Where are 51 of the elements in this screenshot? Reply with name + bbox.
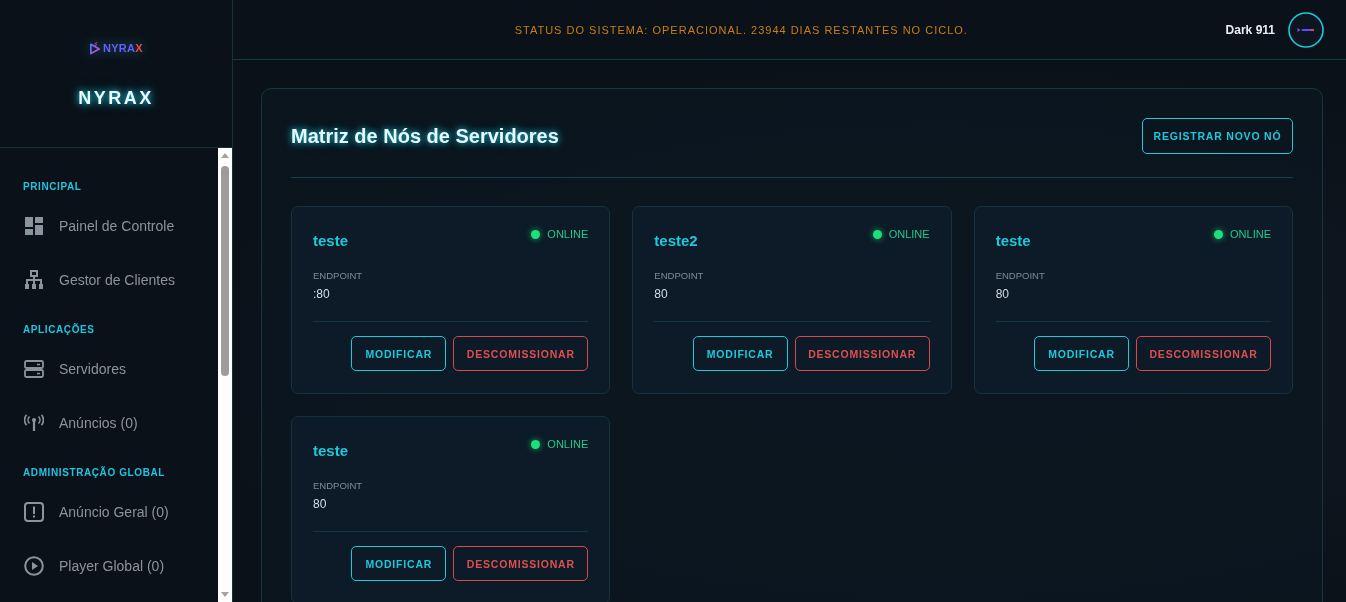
nav-item[interactable]: Gestor de Clientes	[0, 253, 218, 307]
endpoint-label: ENDPOINT	[654, 270, 705, 281]
nav-item[interactable]: Anúncios (0)	[0, 396, 218, 450]
user-name: Dark 911	[1225, 22, 1275, 37]
modify-button[interactable]: MODIFICAR	[1034, 336, 1129, 371]
endpoint-value: :80	[313, 287, 331, 301]
page-title: Matriz de Nós de Servidores	[291, 124, 559, 148]
status-label: ONLINE	[547, 438, 589, 450]
logo-wordmark: NYRAX	[103, 42, 143, 54]
endpoint-value: 80	[313, 497, 328, 511]
play-logo-icon	[89, 41, 102, 55]
register-node-button[interactable]: REGISTRAR NOVO NÓ	[1142, 118, 1293, 154]
section-title: PRINCIPAL	[22, 180, 83, 194]
nav-item[interactable]: Servidores	[0, 342, 218, 396]
status-label: ONLINE	[888, 228, 930, 240]
endpoint-value: 80	[995, 287, 1010, 301]
hierarchy-icon	[24, 270, 44, 290]
alert-icon	[24, 502, 44, 522]
endpoint-label: ENDPOINT	[995, 270, 1046, 281]
section-title: APLICAÇÕES	[22, 323, 96, 337]
node-name: teste	[313, 232, 349, 249]
section-title: ADMINISTRAÇÃO GLOBAL	[22, 466, 166, 480]
nav-item[interactable]: Anúncio Geral (0)	[0, 485, 218, 539]
brand-name: NYRAX	[78, 88, 154, 109]
decommission-button[interactable]: DESCOMISSIONAR	[453, 546, 589, 581]
decommission-button[interactable]: DESCOMISSIONAR	[1136, 336, 1271, 371]
decommission-button[interactable]: DESCOMISSIONAR	[794, 336, 930, 371]
node-name: teste	[313, 442, 349, 459]
endpoint-label: ENDPOINT	[313, 270, 364, 281]
nav-item[interactable]: Player Global (0)	[0, 539, 218, 593]
modify-button[interactable]: MODIFICAR	[351, 546, 447, 581]
nav-item[interactable]: Painel de Controle	[0, 199, 218, 253]
status-label: ONLINE	[547, 228, 589, 240]
scroll-up-icon[interactable]	[221, 153, 229, 158]
node-name: teste	[995, 232, 1031, 249]
avatar-icon[interactable]	[1288, 11, 1324, 48]
scrollbar-track[interactable]	[218, 148, 232, 602]
antenna-icon	[24, 413, 44, 433]
endpoint-label: ENDPOINT	[313, 480, 364, 491]
play-icon	[24, 556, 44, 576]
status-label: ONLINE	[1230, 228, 1271, 240]
modify-button[interactable]: MODIFICAR	[351, 336, 447, 371]
scrollbar-thumb[interactable]	[221, 166, 229, 376]
endpoint-value: 80	[654, 287, 669, 301]
node-name: teste2	[654, 232, 698, 249]
system-status-text: STATUS DO SISTEMA: OPERACIONAL. 23944 DIAS RESTANTES NO CICLO.	[513, 23, 969, 36]
modify-button[interactable]: MODIFICAR	[692, 336, 788, 371]
server-icon	[24, 359, 44, 379]
grid-icon	[24, 216, 44, 236]
scroll-down-icon[interactable]	[221, 592, 229, 597]
decommission-button[interactable]: DESCOMISSIONAR	[453, 336, 589, 371]
